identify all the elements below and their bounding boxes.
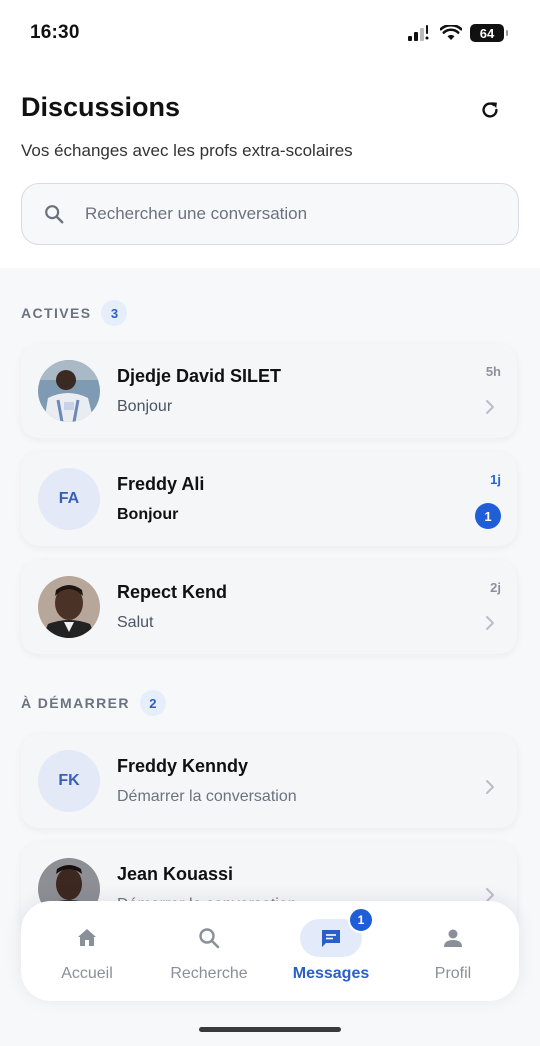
nav-label: Profil (434, 965, 472, 982)
page-subtitle: Vos échanges avec les profs extra-scolai… (21, 141, 353, 160)
avatar-photo (38, 360, 100, 422)
avatar: FK (38, 750, 100, 812)
conversation-name: Djedje David SILET (117, 366, 282, 386)
signal-icon (408, 25, 429, 41)
wifi-icon (440, 25, 462, 40)
page-title: Discussions (21, 92, 181, 122)
conversation-last-message: Bonjour (117, 506, 179, 523)
conversation-time: 5h (485, 364, 501, 379)
nav-label: Accueil (61, 965, 113, 982)
avatar (38, 576, 100, 638)
status-time: 16:30 (30, 22, 80, 43)
section-header-active: ACTIVES 3 (21, 300, 128, 326)
search-input[interactable]: Rechercher une conversation (21, 183, 519, 245)
bottom-navigation: Accueil Recherche 1 Messages Profil (21, 901, 519, 1001)
conversation-name: Freddy Ali (117, 474, 205, 494)
conversation-last-message: Bonjour (117, 398, 173, 415)
conversation-item[interactable]: Djedje David SILET Bonjour 5h (21, 344, 517, 438)
avatar (38, 360, 100, 422)
conversation-name: Repect Kend (117, 582, 228, 602)
conversation-time: 2j (490, 580, 501, 595)
search-placeholder: Rechercher une conversation (85, 204, 308, 223)
unread-count-badge: 1 (475, 503, 501, 529)
battery-level: 64 (479, 25, 495, 41)
conversation-time: 1j (490, 472, 501, 487)
person-icon (444, 929, 462, 947)
chevron-right-icon (486, 400, 494, 414)
nav-item-home[interactable]: Accueil (25, 901, 149, 1001)
page-header: Discussions Vos échanges avec les profs … (0, 66, 540, 268)
conversation-item[interactable]: FA Freddy Ali Bonjour 1j 1 (21, 452, 517, 546)
search-icon (199, 928, 220, 949)
conversation-name: Jean Kouassi (117, 864, 234, 884)
start-conversation-label: Démarrer la conversation (117, 788, 297, 805)
messages-badge: 1 (348, 907, 374, 933)
conversation-last-message: Salut (117, 614, 154, 631)
home-indicator (199, 1027, 341, 1032)
avatar: FA (38, 468, 100, 530)
nav-icon-container: 1 (300, 907, 374, 957)
nav-item-search[interactable]: Recherche (147, 901, 271, 1001)
nav-item-profile[interactable]: Profil (391, 901, 515, 1001)
battery-icon: 64 (470, 24, 508, 42)
status-bar: 16:30 64 (0, 0, 540, 66)
nav-icon-container (422, 919, 484, 957)
nav-icon-container (56, 919, 118, 957)
nav-item-messages[interactable]: 1 Messages (269, 901, 393, 1001)
section-title: ACTIVES (21, 305, 92, 321)
nav-label: Messages (292, 965, 370, 982)
section-count-badge: 3 (101, 300, 128, 326)
section-header-to-start: À DÉMARRER 2 (21, 690, 166, 716)
nav-label: Recherche (170, 965, 248, 982)
search-icon (45, 205, 64, 224)
chevron-right-icon (486, 616, 494, 630)
section-count-badge: 2 (139, 690, 166, 716)
refresh-icon (482, 102, 498, 118)
conversation-item[interactable]: FK Freddy Kenndy Démarrer la conversatio… (21, 734, 517, 828)
conversation-name: Freddy Kenndy (117, 756, 249, 776)
conversation-item[interactable]: Repect Kend Salut 2j (21, 560, 517, 654)
refresh-button[interactable] (474, 94, 506, 126)
chevron-right-icon (486, 780, 494, 794)
home-icon (78, 929, 96, 946)
avatar-photo (38, 576, 100, 638)
chat-icon (322, 930, 340, 947)
nav-icon-container (178, 919, 240, 957)
status-icons: 64 (408, 22, 508, 44)
section-title: À DÉMARRER (21, 695, 130, 711)
